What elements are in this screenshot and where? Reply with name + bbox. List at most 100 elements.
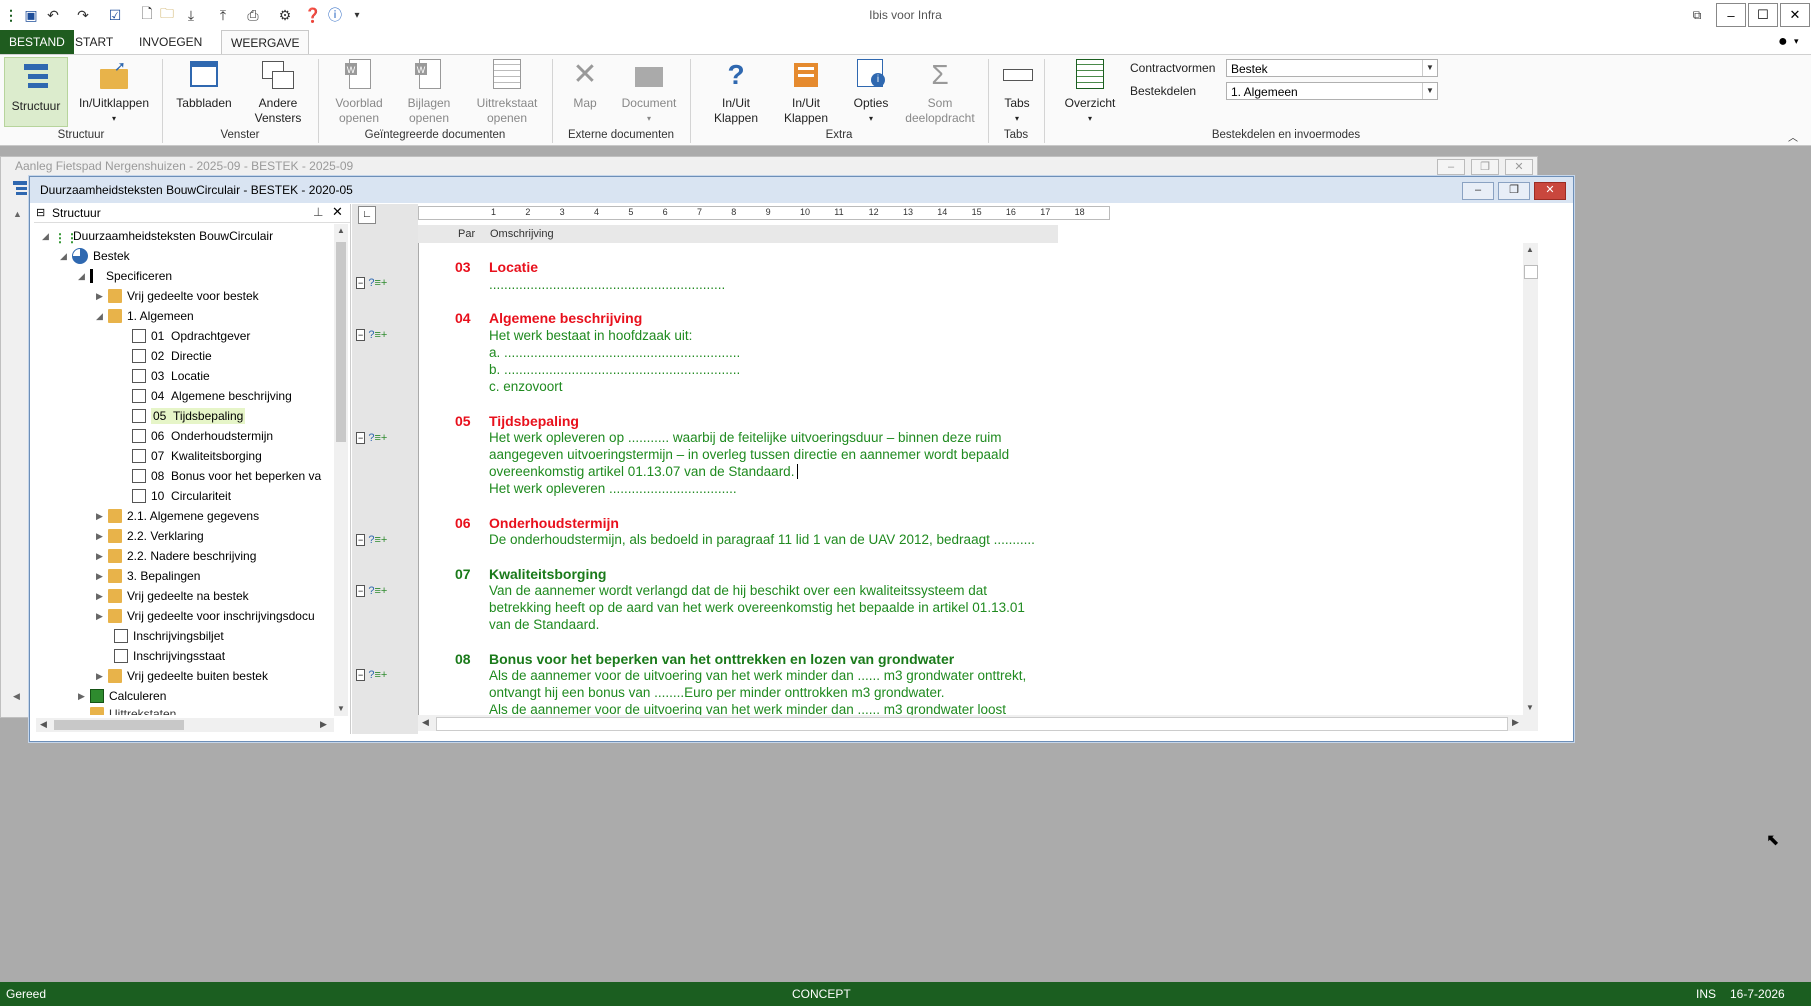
tree-folder[interactable]: ▶ Vrij gedeelte buiten bestek (96, 667, 268, 685)
document-window[interactable]: Duurzaamheidsteksten BouwCirculair - BES… (29, 176, 1574, 742)
tree-item[interactable]: 03 Locatie (132, 367, 210, 385)
tree-node-vrij-voor[interactable]: ▶ Vrij gedeelte voor bestek (96, 287, 259, 305)
tree-node-bestek[interactable]: ◢ Bestek (60, 247, 130, 265)
section-controls[interactable]: − ?≡+ (356, 329, 408, 343)
tree-folder[interactable]: ▶ 2.2. Verklaring (96, 527, 204, 545)
scroll-down-icon[interactable]: ▼ (337, 704, 345, 713)
section-text-line[interactable]: a. .....................................… (489, 345, 740, 360)
inuitklappen-button[interactable]: ➚ In/Uitklappen ▾ (74, 57, 154, 126)
add-icon[interactable]: ≡+ (374, 277, 387, 289)
collapse-icon[interactable]: − (356, 534, 366, 546)
document-editor[interactable]: 03 Locatie .............................… (418, 243, 1539, 715)
close-button[interactable]: ✕ (1780, 3, 1810, 27)
section-controls[interactable]: − ?≡+ (356, 432, 408, 446)
section-text-line[interactable]: overeenkomstig artikel 01.13.07 van de S… (489, 464, 803, 479)
account-icon[interactable]: ● (1778, 33, 1788, 51)
tab-stop-selector-icon[interactable]: ∟ (358, 206, 376, 224)
section-text-line[interactable]: b. .....................................… (489, 362, 740, 377)
restore-layout-icon[interactable]: ⧉ (1688, 6, 1706, 24)
close-panel-icon[interactable]: ✕ (332, 204, 343, 220)
tree-node-uittrekstaten[interactable]: Uittrekstaten (78, 705, 176, 715)
tabbladen-button[interactable]: Tabbladen (172, 57, 236, 111)
bg-close-button[interactable]: ✕ (1505, 159, 1533, 175)
tree-item[interactable]: 10 Circulariteit (132, 487, 231, 505)
ruler[interactable]: 1 2 3 4 5 6 7 8 9 10 11 12 13 14 15 16 1… (418, 206, 1110, 220)
section-text-line[interactable]: ontvangt hij een bonus van ........Euro … (489, 685, 945, 700)
column-omschrijving[interactable]: Omschrijving (490, 228, 554, 240)
section-text-line[interactable]: Als de aannemer voor de uitvoering van h… (489, 668, 1026, 683)
document-scroll-thumb[interactable] (1524, 265, 1538, 279)
section-text-line[interactable]: Het werk opleveren .....................… (489, 481, 737, 496)
tab-invoegen[interactable]: INVOEGEN (130, 30, 211, 54)
tree-item[interactable]: 02 Directie (132, 347, 212, 365)
section-text-line[interactable]: Van de aannemer wordt verlangd dat de hi… (489, 583, 987, 598)
bg-scroll-left-icon[interactable]: ◀ (13, 691, 20, 702)
scroll-down-icon[interactable]: ▼ (1526, 703, 1534, 712)
pin-icon[interactable]: ⊥ (313, 205, 323, 219)
tree-hscroll-thumb[interactable] (54, 720, 184, 730)
section-controls[interactable]: − ?≡+ (356, 585, 408, 599)
section-controls[interactable]: − ?≡+ (356, 534, 408, 548)
scroll-left-icon[interactable]: ◀ (422, 717, 429, 728)
bg-minimize-button[interactable]: – (1437, 159, 1465, 175)
bg-maximize-button[interactable]: ❐ (1471, 159, 1499, 175)
tree-item[interactable]: 08 Bonus voor het beperken va (132, 467, 332, 485)
add-icon[interactable]: ≡+ (374, 585, 387, 597)
tree-item[interactable]: 04 Algemene beschrijving (132, 387, 292, 405)
tabs-button[interactable]: Tabs ▾ (996, 57, 1038, 126)
tree-folder[interactable]: ▶ 2.2. Nadere beschrijving (96, 547, 256, 565)
doc-close-button[interactable]: ✕ (1534, 182, 1566, 200)
tree-folder[interactable]: ▶ Vrij gedeelte na bestek (96, 587, 249, 605)
section-text-line[interactable]: betrekking heeft op de aard van het werk… (489, 600, 1025, 615)
collapse-icon[interactable]: − (356, 277, 366, 289)
tab-weergave[interactable]: WEERGAVE (221, 30, 310, 55)
section-text-line[interactable]: Als de aannemer voor de uitvoering van h… (489, 702, 1006, 715)
tree-folder[interactable]: ▶ Vrij gedeelte voor inschrijvingsdocu (96, 607, 332, 625)
tab-start[interactable]: START (66, 30, 122, 54)
tree-node-specificeren[interactable]: ◢ Specificeren (78, 267, 172, 285)
overzicht-button[interactable]: Overzicht ▾ (1060, 57, 1120, 126)
add-icon[interactable]: ≡+ (374, 534, 387, 546)
maximize-button[interactable]: ☐ (1748, 3, 1778, 27)
collapse-icon[interactable]: − (356, 585, 366, 597)
scroll-up-icon[interactable]: ▲ (337, 226, 345, 235)
uittrekstaat-openen-button[interactable]: Uittrekstaat openen (472, 57, 542, 126)
section-text-line[interactable]: Het werk opleveren op ........... waarbi… (489, 430, 1002, 445)
tree-item[interactable]: Inschrijvingsbiljet (114, 627, 224, 645)
collapse-icon[interactable]: − (356, 329, 366, 341)
add-icon[interactable]: ≡+ (374, 432, 387, 444)
som-deelopdracht-button[interactable]: Σ Som deelopdracht (900, 57, 980, 126)
tree-node-calculeren[interactable]: ▶ Calculeren (78, 687, 166, 705)
tree-item[interactable]: 07 Kwaliteitsborging (132, 447, 262, 465)
bestekdelen-select[interactable]: 1. Algemeen ▼ (1226, 82, 1438, 100)
collapse-icon[interactable]: − (356, 669, 366, 681)
tree-vertical-scrollbar[interactable]: ▲ ▼ (334, 224, 348, 716)
section-controls[interactable]: − ?≡+ (356, 669, 408, 683)
bijlagen-openen-button[interactable]: W Bijlagen openen (396, 57, 462, 126)
voorblad-openen-button[interactable]: W Voorblad openen (326, 57, 392, 126)
column-par[interactable]: Par (458, 228, 475, 240)
map-button[interactable]: ✕ Map (560, 57, 610, 111)
section-text-line[interactable]: aangegeven uitvoeringstermijn – in overl… (489, 447, 1009, 462)
collapse-icon[interactable]: − (356, 432, 366, 444)
section-text-line[interactable]: Het werk bestaat in hoofdzaak uit: (489, 328, 692, 343)
tree-node-algemeen[interactable]: ◢ 1. Algemeen (96, 307, 194, 325)
section-controls[interactable]: − ?≡+ (356, 277, 408, 291)
tree-folder[interactable]: ▶ 2.1. Algemene gegevens (96, 507, 259, 525)
opties-button[interactable]: i Opties ▾ (846, 57, 896, 126)
scroll-right-icon[interactable]: ▶ (320, 719, 327, 730)
doc-restore-button[interactable]: ❐ (1498, 182, 1530, 200)
andere-vensters-button[interactable]: Andere Vensters (246, 57, 310, 126)
scroll-right-icon[interactable]: ▶ (1512, 717, 1519, 728)
contractvormen-select[interactable]: Bestek ▼ (1226, 59, 1438, 77)
section-text-line[interactable]: ........................................… (489, 277, 725, 292)
scroll-up-icon[interactable]: ▲ (1526, 245, 1534, 254)
section-text-line[interactable]: De onderhoudstermijn, als bedoeld in par… (489, 532, 1035, 547)
tree-item[interactable]: Inschrijvingsstaat (114, 647, 225, 665)
section-text-line[interactable]: c. enzovoort (489, 379, 563, 394)
structure-panel-icon[interactable] (11, 179, 29, 197)
chevron-down-icon[interactable]: ▼ (1422, 83, 1437, 99)
bg-scroll-up-icon[interactable]: ▲ (13, 209, 22, 219)
document-hscroll-thumb[interactable] (436, 717, 1508, 731)
document-button[interactable]: Document ▾ (614, 57, 684, 126)
